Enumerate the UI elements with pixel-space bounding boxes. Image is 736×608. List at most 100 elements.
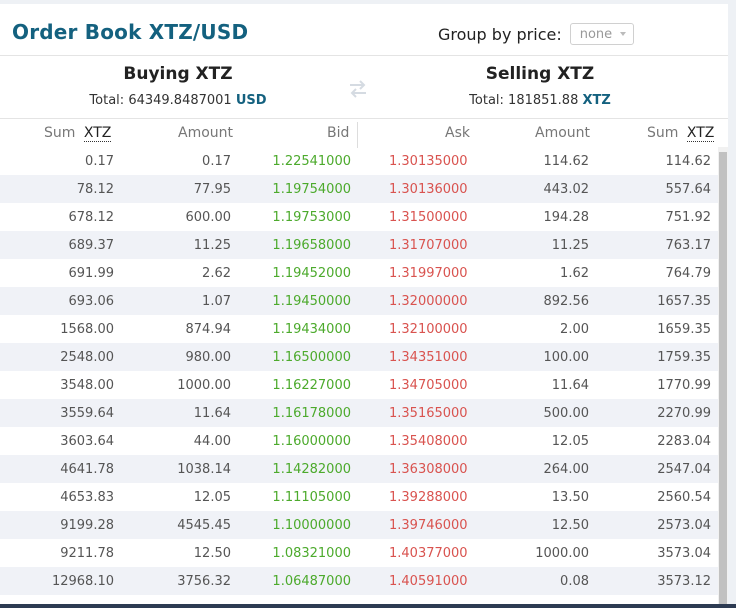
scrollbar-thumb[interactable] (719, 152, 727, 604)
table-row[interactable]: 78.12 77.95 1.19754000 1.30136000 443.02 557.… (0, 175, 718, 203)
sum-sell-cell: 2547.04 (657, 462, 711, 477)
sum-sell-cell: 2270.99 (657, 406, 711, 421)
sum-buy-cell: 12968.10 (51, 574, 114, 589)
chevron-down-icon (619, 32, 626, 36)
selling-total-label: Total: (469, 93, 504, 108)
table-row[interactable]: 4641.78 1038.14 1.14282000 1.36308000 264.00… (0, 455, 718, 483)
amount-sell-cell: 12.05 (551, 434, 589, 449)
buying-total-label: Total: (89, 93, 125, 108)
group-by-select[interactable]: none (569, 23, 634, 45)
page-title: Order Book XTZ/USD (12, 20, 249, 44)
ask-price-cell: 1.34705000 (389, 378, 468, 393)
order-book-panel: Order Book XTZ/USD Group by price: none … (0, 4, 728, 604)
table-row[interactable]: 3548.00 1000.00 1.16227000 1.34705000 11.64 1… (0, 371, 718, 399)
sum-sell-cell: 3573.04 (657, 546, 711, 561)
table-row[interactable]: 3559.64 11.64 1.16178000 1.35165000 500.00 22… (0, 399, 718, 427)
sum-buy-cell: 4653.83 (60, 490, 114, 505)
amount-buy-cell: 3756.32 (177, 574, 231, 589)
sum-sell-cell: 764.79 (665, 266, 712, 281)
table-row[interactable]: 693.06 1.07 1.19450000 1.32000000 892.56 1657… (0, 287, 718, 315)
column-header-ask[interactable]: Ask (445, 125, 470, 141)
table-row[interactable]: 689.37 11.25 1.19658000 1.31707000 11.25 763.… (0, 231, 718, 259)
table-row[interactable]: 1568.00 874.94 1.19434000 1.32100000 2.00 165… (0, 315, 718, 343)
amount-sell-cell: 11.64 (551, 378, 589, 393)
amount-buy-cell: 1000.00 (177, 378, 231, 393)
ask-price-cell: 1.30135000 (389, 154, 468, 169)
order-rows: 0.17 0.17 1.22541000 1.30135000 114.62 114.62… (0, 147, 718, 595)
group-by-price: Group by price: none (438, 23, 634, 45)
bid-price-cell: 1.22541000 (272, 154, 351, 169)
bid-price-cell: 1.11105000 (272, 490, 351, 505)
bid-price-cell: 1.19754000 (272, 182, 351, 197)
amount-buy-cell: 12.50 (193, 546, 231, 561)
selling-total-unit: XTZ (582, 93, 611, 108)
amount-buy-cell: 0.17 (202, 154, 231, 169)
column-header-sum-unit[interactable]: XTZ (83, 125, 112, 142)
sum-buy-cell: 1568.00 (60, 322, 114, 337)
column-header-sum-sell-unit[interactable]: XTZ (686, 125, 715, 142)
column-header-sum[interactable]: Sum XTZ (44, 125, 112, 142)
column-header-sum-sell[interactable]: Sum XTZ (647, 125, 715, 142)
amount-buy-cell: 12.05 (193, 490, 231, 505)
column-header-bid[interactable]: Bid (327, 125, 349, 141)
amount-sell-cell: 11.25 (551, 238, 589, 253)
bid-price-cell: 1.19658000 (272, 238, 351, 253)
bottom-bar (0, 604, 736, 608)
table-row[interactable]: 9199.28 4545.45 1.10000000 1.39746000 12.50 2… (0, 511, 718, 539)
table-row[interactable]: 0.17 0.17 1.22541000 1.30135000 114.62 114.62 (0, 147, 718, 175)
bid-price-cell: 1.16500000 (272, 350, 351, 365)
sum-buy-cell: 689.37 (68, 238, 115, 253)
amount-sell-cell: 1.62 (560, 266, 589, 281)
amount-sell-cell: 0.08 (560, 574, 589, 589)
ask-price-cell: 1.32000000 (389, 294, 468, 309)
bid-price-cell: 1.10000000 (272, 518, 351, 533)
ask-price-cell: 1.35408000 (389, 434, 468, 449)
table-row[interactable]: 12968.10 3756.32 1.06487000 1.40591000 0.08 3… (0, 567, 718, 595)
buying-total-unit: USD (235, 93, 267, 108)
selling-title: Selling XTZ (485, 64, 595, 84)
sum-sell-cell: 1759.35 (657, 350, 711, 365)
ask-price-cell: 1.30136000 (389, 182, 468, 197)
amount-buy-cell: 1.07 (202, 294, 231, 309)
ask-price-cell: 1.35165000 (389, 406, 468, 421)
ask-price-cell: 1.34351000 (389, 350, 468, 365)
table-row[interactable]: 691.99 2.62 1.19452000 1.31997000 1.62 764.79 (0, 259, 718, 287)
amount-sell-cell: 114.62 (543, 154, 590, 169)
amount-sell-cell: 500.00 (543, 406, 590, 421)
sum-buy-cell: 678.12 (68, 210, 115, 225)
table-row[interactable]: 2548.00 980.00 1.16500000 1.34351000 100.00 1… (0, 343, 718, 371)
buying-total-value: 64349.8487001 (128, 93, 232, 108)
amount-buy-cell: 4545.45 (177, 518, 231, 533)
group-by-label: Group by price: (438, 24, 562, 44)
amount-sell-cell: 194.28 (543, 210, 590, 225)
table-row[interactable]: 4653.83 12.05 1.11105000 1.39288000 13.50 256… (0, 483, 718, 511)
sum-buy-cell: 693.06 (68, 294, 115, 309)
sum-sell-cell: 763.17 (665, 238, 712, 253)
table-row[interactable]: 678.12 600.00 1.19753000 1.31500000 194.28 75… (0, 203, 718, 231)
sum-sell-cell: 1657.35 (657, 294, 711, 309)
buying-total: Total: 64349.8487001 USD (58, 93, 298, 108)
sum-sell-cell: 557.64 (665, 182, 712, 197)
swap-icon[interactable] (347, 78, 369, 100)
group-by-value: none (579, 26, 613, 42)
sum-sell-cell: 1770.99 (657, 378, 711, 393)
sum-sell-cell: 2283.04 (657, 434, 711, 449)
bid-price-cell: 1.16178000 (272, 406, 351, 421)
bid-price-cell: 1.19753000 (272, 210, 351, 225)
sum-buy-cell: 2548.00 (60, 350, 114, 365)
amount-sell-cell: 12.50 (551, 518, 589, 533)
ask-price-cell: 1.40377000 (389, 546, 468, 561)
bid-price-cell: 1.19434000 (272, 322, 351, 337)
bid-price-cell: 1.06487000 (272, 574, 351, 589)
column-header-amount-sell[interactable]: Amount (535, 125, 590, 141)
sum-buy-cell: 78.12 (76, 182, 114, 197)
table-row[interactable]: 3603.64 44.00 1.16000000 1.35408000 12.05 228… (0, 427, 718, 455)
column-header-amount[interactable]: Amount (178, 125, 233, 141)
sum-sell-cell: 2560.54 (657, 490, 711, 505)
ask-price-cell: 1.32100000 (389, 322, 468, 337)
selling-summary: Selling XTZ Total: 181851.88 XTZ (420, 64, 660, 108)
sum-buy-cell: 0.17 (85, 154, 114, 169)
sum-sell-cell: 1659.35 (657, 322, 711, 337)
table-row[interactable]: 9211.78 12.50 1.08321000 1.40377000 1000.00 3… (0, 539, 718, 567)
amount-sell-cell: 892.56 (543, 294, 590, 309)
